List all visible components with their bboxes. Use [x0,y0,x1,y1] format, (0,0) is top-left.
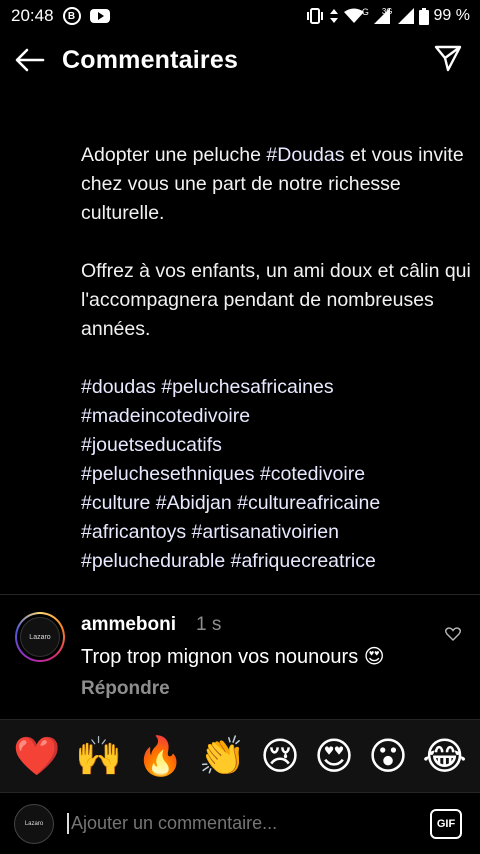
status-bar: 20:48 B G 3G 99 % [0,0,480,32]
comment-input[interactable] [67,813,430,834]
network-type-label: G [361,7,369,17]
wifi-icon [343,8,364,23]
emoji-fire[interactable]: 🔥 [137,737,184,775]
heart-icon [445,627,461,641]
reply-button[interactable]: Répondre [81,678,170,700]
hashtag-line[interactable]: #madeincotedivoire [81,402,471,431]
hashtag-line[interactable]: #jouetseducatifs [81,431,471,460]
back-button[interactable] [0,48,60,72]
hashtag-line[interactable]: #africantoys #artisanativoirien [81,518,471,547]
paper-plane-icon [434,45,462,71]
network-3g-label: 3G [381,7,393,16]
divider [0,594,480,595]
b-app-icon: B [62,7,81,25]
hashtag-line[interactable]: #peluchesethniques #cotedivoire [81,460,471,489]
caption-paragraph-1: Adopter une peluche #Doudas et vous invi… [81,141,471,228]
status-time: 20:48 [11,6,54,25]
emoji-quick-bar: ❤️ 🙌 🔥 👏 😢 😍 😮 😂 [0,719,480,792]
emoji-raised-hands[interactable]: 🙌 [75,737,122,775]
emoji-crying[interactable]: 😢 [260,737,300,775]
data-arrows-icon [329,9,338,23]
comment-input-bar: Lazaro GIF [0,792,480,854]
avatar[interactable]: Lazaro [15,612,65,662]
emoji-clap[interactable]: 👏 [198,737,245,775]
hashtag-line[interactable]: #doudas #peluchesafricaines [81,373,471,402]
hashtag-line[interactable]: #peluchedurable #afriquecreatrice [81,547,471,576]
comment-text: Trop trop mignon vos nounours 😍 [81,646,385,668]
hashtag-block: #doudas #peluchesafricaines #madeincoted… [81,373,471,576]
battery-percent: 99 % [433,7,470,24]
share-button[interactable] [434,44,462,77]
emoji-heart[interactable]: ❤️ [13,737,60,775]
gif-button[interactable]: GIF [430,808,462,839]
emoji-surprised[interactable]: 😮 [368,737,408,775]
youtube-icon [89,9,110,23]
hashtag-line[interactable]: #culture #Abidjan #cultureafricaine [81,489,471,518]
emoji-laughing[interactable]: 😂 [422,737,466,775]
current-user-avatar: Lazaro [14,803,54,844]
signal-icon-2 [397,8,414,24]
caption-text: Adopter une peluche [81,144,267,166]
header-bar: Commentaires [0,32,480,88]
arrow-left-icon [15,48,45,72]
avatar-logo: Lazaro [20,617,60,657]
vibrate-icon [306,8,323,24]
page-title: Commentaires [62,45,239,74]
battery-icon [418,7,429,25]
post-caption: de la culture africaines. Adopter une pe… [81,83,471,576]
comment-timestamp: 1 s [196,614,222,635]
caption-paragraph-2: Offrez à vos enfants, un ami doux et câl… [81,260,471,340]
hashtag-link[interactable]: #Doudas [266,144,344,166]
like-comment-button[interactable] [445,627,461,646]
emoji-heart-eyes[interactable]: 😍 [314,737,354,775]
comment-username[interactable]: ammeboni [81,614,176,636]
